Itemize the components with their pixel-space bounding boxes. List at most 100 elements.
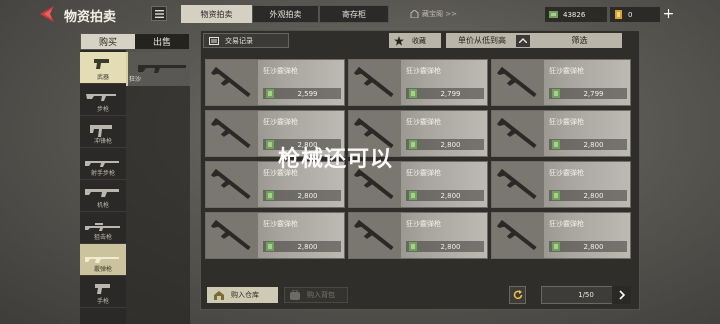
tab-material-auction[interactable]: 物资拍卖 (181, 5, 252, 23)
sort-label: 单价从低到高 (458, 36, 506, 45)
category-marksman[interactable]: 射手步枪 (80, 148, 126, 180)
item-card[interactable]: 狂沙霰弹枪 2,799 (491, 59, 631, 106)
tab-appearance-auction[interactable]: 外观拍卖 (252, 5, 319, 23)
buy-to-backpack-button[interactable]: 购入背包 (284, 287, 348, 303)
currency-coins: 43826 (545, 7, 607, 22)
tab-storage-locker[interactable]: 寄存柜 (319, 5, 389, 23)
chevron-right-icon (618, 290, 625, 300)
subcategory-list: 狂沙 (126, 52, 190, 324)
item-card[interactable]: 狂沙霰弹枪 2,800 (491, 161, 631, 208)
item-name: 狂沙霰弹枪 (549, 169, 584, 177)
item-name: 狂沙霰弹枪 (406, 67, 441, 75)
item-card[interactable]: 狂沙霰弹枪 2,800 (205, 212, 345, 259)
currency-tokens-amount: 0 (628, 10, 633, 19)
currency-coins-amount: 43826 (563, 10, 586, 19)
category-list: 武器 步枪 冲锋枪 射手步枪 机枪 狙击枪 霰弹枪 手枪 (80, 52, 126, 308)
shotgun-icon (206, 111, 258, 156)
shotgun-icon (206, 60, 258, 105)
subcategory-item[interactable]: 狂沙 (126, 52, 190, 86)
category-label: 霰弹枪 (93, 266, 112, 273)
shotgun-icon (85, 257, 119, 263)
item-price: 2,800 (440, 242, 461, 251)
item-price-bar: 2,599 (263, 88, 341, 99)
category-rifles[interactable]: 步枪 (80, 84, 126, 116)
category-shotgun[interactable]: 霰弹枪 (80, 244, 126, 276)
item-name: 狂沙霰弹枪 (263, 118, 298, 126)
item-price: 2,800 (583, 140, 604, 149)
item-price-bar: 2,800 (263, 241, 341, 252)
item-name: 狂沙霰弹枪 (406, 118, 441, 126)
treasure-icon (410, 10, 419, 18)
item-price-bar: 2,800 (406, 190, 484, 201)
money-icon (266, 89, 274, 98)
star-icon (394, 35, 404, 46)
rifle-icon (86, 94, 116, 101)
item-name: 狂沙霰弹枪 (549, 67, 584, 75)
segment-buy[interactable]: 购买 (81, 34, 135, 49)
item-name: 狂沙霰弹枪 (263, 67, 298, 75)
money-icon (266, 140, 274, 149)
shotgun-icon (492, 162, 544, 207)
item-card[interactable]: 狂沙霰弹枪 2,800 (348, 212, 488, 259)
segment-sell[interactable]: 出售 (135, 34, 189, 49)
item-card[interactable]: 狂沙霰弹枪 2,599 (205, 59, 345, 106)
menu-icon[interactable] (151, 6, 167, 21)
item-card[interactable]: 狂沙霰弹枪 2,800 (491, 110, 631, 157)
item-price: 2,799 (583, 89, 604, 98)
add-currency-button[interactable]: + (661, 7, 676, 22)
item-card[interactable]: 狂沙霰弹枪 2,800 (491, 212, 631, 259)
item-name: 狂沙霰弹枪 (406, 220, 441, 228)
item-name: 狂沙霰弹枪 (549, 220, 584, 228)
item-price-bar: 2,800 (406, 139, 484, 150)
category-sniper[interactable]: 狙击枪 (80, 212, 126, 244)
shotgun-icon (206, 162, 258, 207)
item-price: 2,800 (583, 191, 604, 200)
item-card[interactable]: 狂沙霰弹枪 2,799 (348, 59, 488, 106)
item-price-bar: 2,799 (406, 88, 484, 99)
treasure-link[interactable]: 藏宝阁 >> (410, 9, 457, 19)
money-icon (409, 89, 417, 98)
marksman-rifle-icon (85, 161, 119, 167)
category-smg[interactable]: 冲锋枪 (80, 116, 126, 148)
item-price: 2,800 (297, 242, 318, 251)
next-page-button[interactable] (612, 286, 631, 304)
subcategory-label: 狂沙 (129, 76, 142, 83)
money-icon (552, 89, 560, 98)
filter-button[interactable]: 筛选 (537, 33, 622, 48)
token-icon (615, 10, 622, 19)
refresh-button[interactable] (509, 286, 526, 304)
shotgun-icon (206, 213, 258, 258)
category-label: 狙击枪 (93, 234, 112, 241)
chevron-up-icon (516, 34, 530, 47)
trade-record-button[interactable]: 交易记录 (203, 33, 289, 48)
item-price-bar: 2,800 (263, 190, 341, 201)
back-arrow-icon[interactable] (38, 5, 56, 23)
money-icon (552, 242, 560, 251)
category-weapons[interactable]: 武器 (80, 52, 126, 84)
shotgun-icon (138, 65, 186, 73)
item-price: 2,800 (583, 242, 604, 251)
shotgun-icon (492, 111, 544, 156)
item-price: 2,799 (440, 89, 461, 98)
money-icon (549, 11, 558, 18)
item-price: 2,800 (440, 191, 461, 200)
favorite-button[interactable]: 收藏 (389, 33, 441, 48)
buy-to-warehouse-button[interactable]: 购入仓库 (207, 287, 278, 303)
item-price: 2,599 (297, 89, 318, 98)
pistol-icon (94, 59, 109, 69)
category-machine-gun[interactable]: 机枪 (80, 180, 126, 212)
item-price: 2,800 (440, 140, 461, 149)
item-price-bar: 2,800 (406, 241, 484, 252)
category-pistol[interactable]: 手枪 (80, 276, 126, 308)
record-icon (209, 36, 219, 45)
category-label: 步枪 (96, 106, 109, 113)
money-icon (409, 191, 417, 200)
favorite-label: 收藏 (412, 36, 426, 45)
shotgun-icon (492, 60, 544, 105)
trade-record-label: 交易记录 (225, 36, 253, 45)
sniper-rifle-icon (85, 223, 120, 231)
item-price: 2,800 (297, 191, 318, 200)
money-icon (266, 191, 274, 200)
category-label: 机枪 (96, 202, 109, 209)
treasure-link-label: 藏宝阁 >> (422, 10, 457, 18)
